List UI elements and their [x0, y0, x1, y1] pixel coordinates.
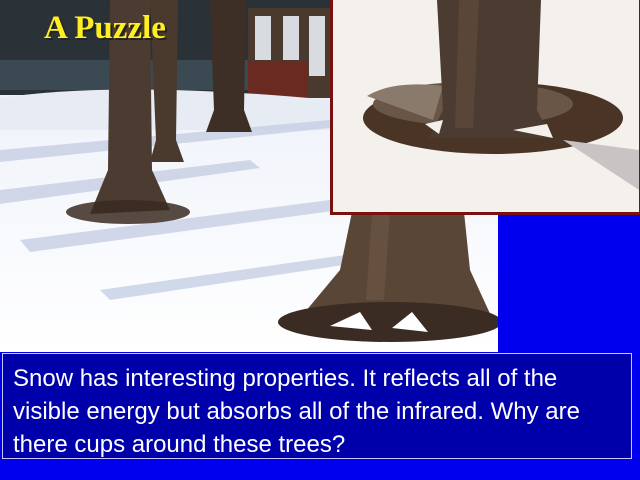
caption-box: Snow has interesting properties. It refl…	[2, 353, 632, 459]
inset-photo	[330, 0, 640, 215]
caption-text: Snow has interesting properties. It refl…	[13, 365, 580, 458]
slide-title: A Puzzle	[44, 10, 166, 46]
tree-cup-closeup-illustration	[333, 0, 639, 212]
